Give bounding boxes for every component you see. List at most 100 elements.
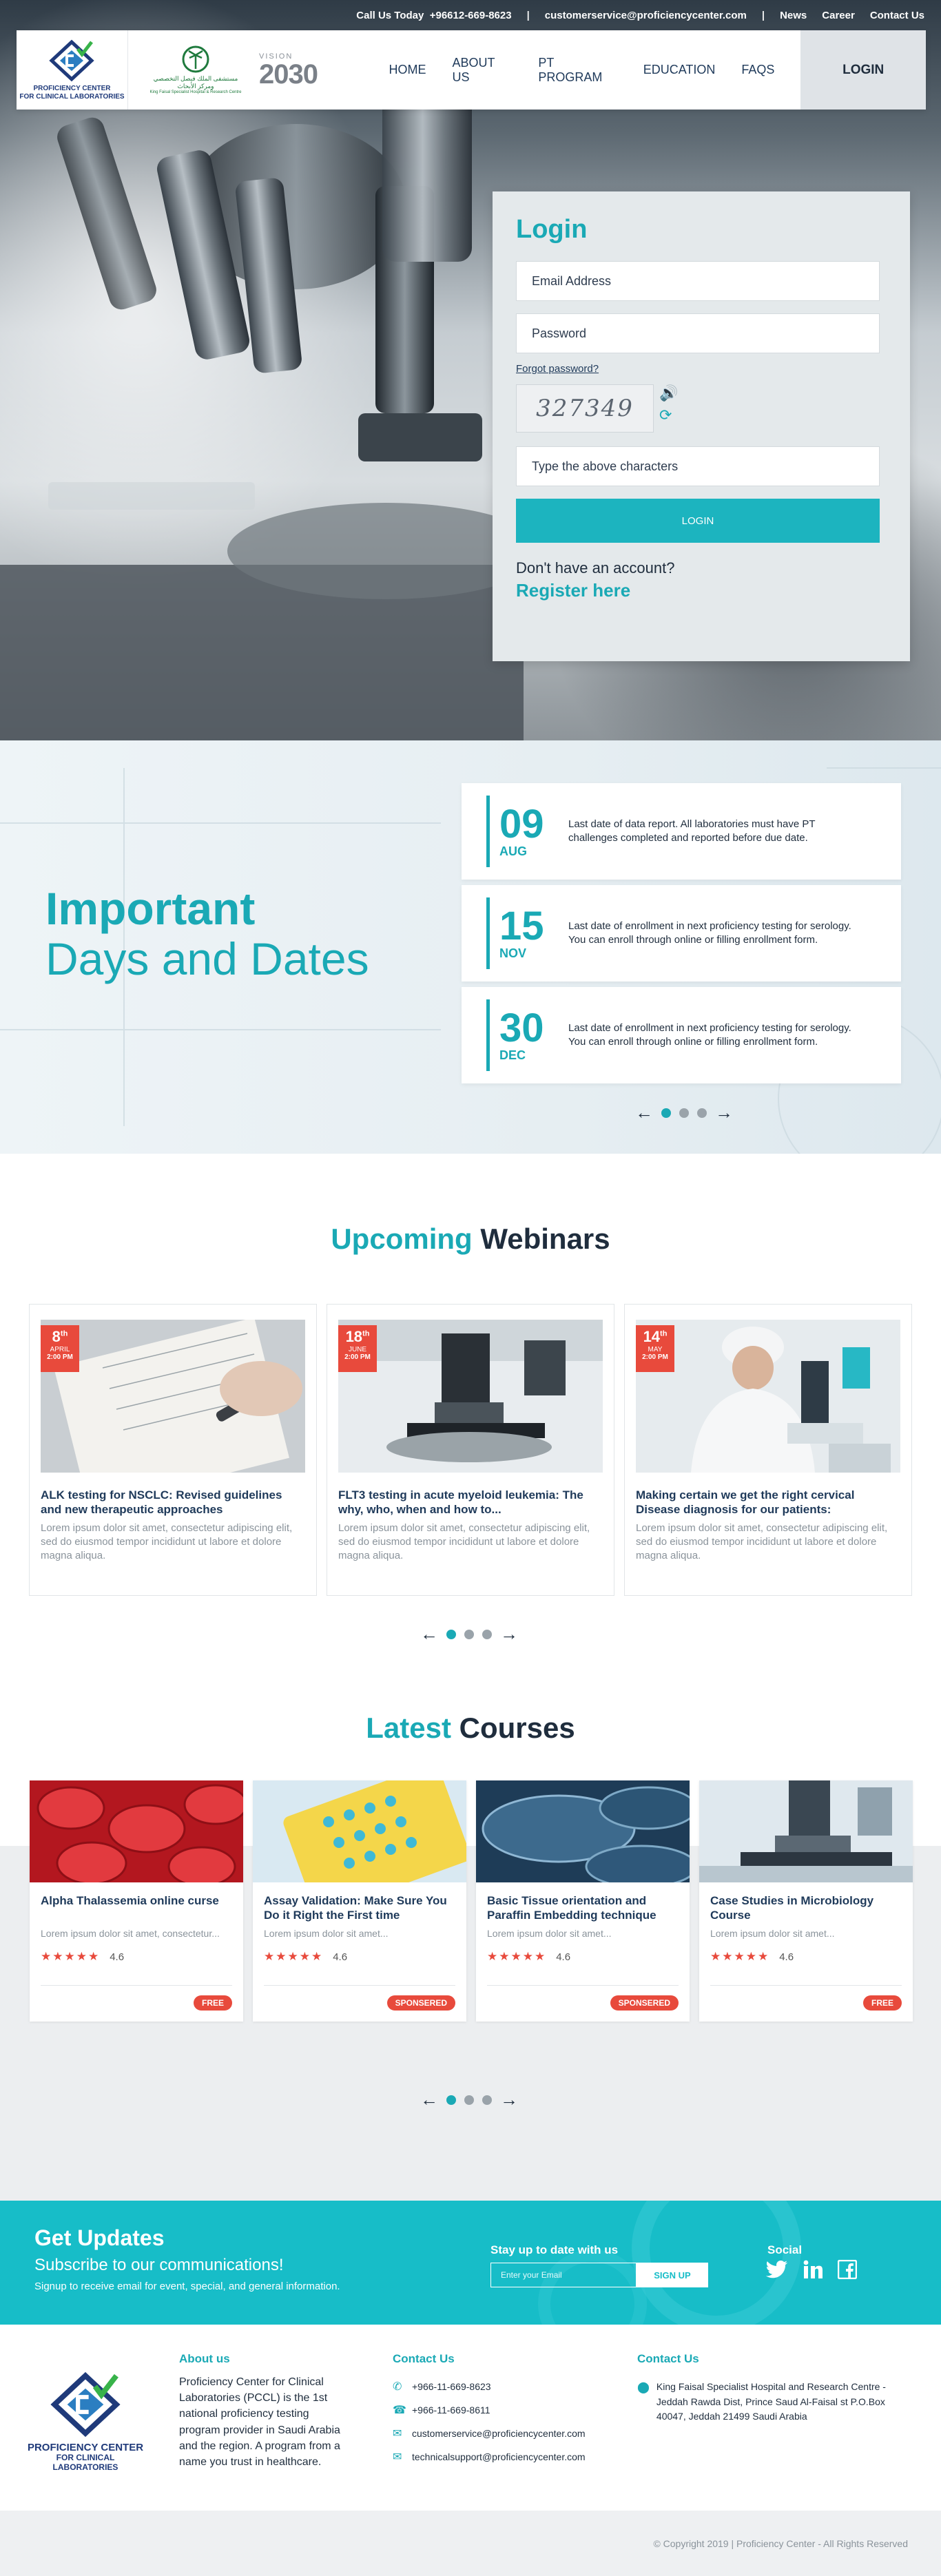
course-title[interactable]: Basic Tissue orientation and Paraffin Em…: [487, 1893, 679, 1924]
arrow-right-icon[interactable]: →: [500, 1623, 518, 1645]
nav-login-button[interactable]: LOGIN: [800, 30, 926, 110]
nav-home[interactable]: HOME: [389, 63, 426, 77]
captcha-input[interactable]: Type the above characters: [516, 446, 880, 486]
topbar-link-news[interactable]: News: [780, 10, 807, 21]
webinar-date-badge: 14th MAY 2:00 PM: [636, 1325, 674, 1372]
fax-icon: ☎: [393, 2404, 406, 2416]
arrow-left-icon[interactable]: ←: [635, 1102, 653, 1123]
webinar-card[interactable]: 18th JUNE 2:00 PM FLT3 testing in acute …: [327, 1304, 614, 1596]
date-day: 15: [499, 903, 544, 948]
pager-dot[interactable]: [697, 1108, 707, 1118]
topbar-email[interactable]: customerservice@proficiencycenter.com: [545, 10, 747, 21]
updates-description: Signup to receive email for event, speci…: [34, 2281, 340, 2292]
course-title[interactable]: Assay Validation: Make Sure You Do it Ri…: [264, 1893, 455, 1924]
email-2[interactable]: technicalsupport@proficiencycenter.com: [412, 2451, 586, 2462]
call-label: Call Us Today +96612-669-8623: [356, 9, 512, 21]
webinar-title[interactable]: ALK testing for NSCLC: Revised guideline…: [41, 1488, 305, 1517]
webinar-desc: Lorem ipsum dolor sit amet, consectetur …: [338, 1521, 590, 1562]
register-link[interactable]: Register here: [516, 580, 887, 601]
pager-dot[interactable]: [464, 2095, 474, 2105]
topbar-separator: |: [526, 9, 530, 21]
webinar-image: 8th APRIL 2:00 PM: [41, 1320, 305, 1473]
email-field[interactable]: Email Address: [516, 261, 880, 301]
star-rating-icon: ★★★★★: [41, 1950, 101, 1963]
social-label: Social: [767, 2243, 803, 2256]
nav-about-us[interactable]: ABOUT US: [453, 56, 513, 85]
date-day: 30: [499, 1005, 544, 1050]
arrow-right-icon[interactable]: →: [715, 1102, 733, 1123]
course-tag: FREE: [862, 1995, 902, 2011]
date-month: NOV: [499, 946, 527, 960]
courses-section: Latest Courses Alpha Thalassemia online …: [0, 1677, 941, 2201]
course-card[interactable]: Assay Validation: Make Sure You Do it Ri…: [253, 1780, 466, 2022]
password-field[interactable]: Password: [516, 313, 880, 353]
email-1[interactable]: customerservice@proficiencycenter.com: [412, 2428, 586, 2439]
topbar-link-career[interactable]: Career: [822, 10, 855, 21]
newsletter-email-input[interactable]: Enter your Email: [490, 2263, 637, 2287]
footer-contact: Contact Us ✆ +966-11-669-8623 ☎ +966-11-66…: [393, 2352, 586, 2473]
topbar-link-contact[interactable]: Contact Us: [870, 10, 924, 21]
course-image: [476, 1780, 690, 1882]
webinars-section: Upcoming Webinars 8th APRIL 2:00 PM ALK …: [0, 1154, 941, 1677]
pager-dot[interactable]: [482, 1629, 492, 1639]
twitter-icon[interactable]: [766, 2260, 788, 2279]
topbar-separator: |: [761, 9, 765, 21]
course-title[interactable]: Alpha Thalassemia online curse: [41, 1893, 232, 1924]
rating-value: 4.6: [333, 1951, 348, 1963]
arrow-left-icon[interactable]: ←: [420, 2089, 438, 2110]
webinar-card[interactable]: 8th APRIL 2:00 PM ALK testing for NSCLC:…: [29, 1304, 317, 1596]
pager-dot[interactable]: [464, 1629, 474, 1639]
course-desc: Lorem ipsum dolor sit amet, consectetur.…: [41, 1928, 220, 1939]
date-card: 15 NOV Last date of enrollment in next p…: [462, 885, 901, 981]
pager-dot[interactable]: [446, 2095, 456, 2105]
course-image: [253, 1780, 466, 1882]
nav-links: HOME ABOUT US PT PROGRAM EDUCATION FAQS: [389, 56, 801, 85]
pager-dot[interactable]: [482, 2095, 492, 2105]
social-icons: [766, 2260, 857, 2279]
course-card[interactable]: Basic Tissue orientation and Paraffin Em…: [476, 1780, 690, 2022]
footer-logo[interactable]: PROFICIENCY CENTER FOR CLINICAL LABORATO…: [23, 2371, 147, 2473]
pager-dot[interactable]: [661, 1108, 671, 1118]
course-title[interactable]: Case Studies in Microbiology Course: [710, 1893, 902, 1924]
login-submit-button[interactable]: LOGIN: [516, 499, 880, 543]
vision-2030-logo: VISION 2030: [258, 52, 318, 90]
webinar-date-badge: 18th JUNE 2:00 PM: [338, 1325, 377, 1372]
pager-dot[interactable]: [446, 1629, 456, 1639]
nav-education[interactable]: EDUCATION: [643, 63, 716, 77]
pager-dot[interactable]: [679, 1108, 689, 1118]
course-rating: ★★★★★ 4.6: [264, 1950, 455, 1964]
main-navbar: PROFICIENCY CENTER FOR CLINICAL LABORATO…: [17, 30, 926, 110]
webinar-title[interactable]: Making certain we get the right cervical…: [636, 1488, 900, 1517]
facebook-icon[interactable]: [838, 2260, 857, 2279]
site-logo[interactable]: PROFICIENCY CENTER FOR CLINICAL LABORATO…: [17, 30, 128, 110]
course-card[interactable]: Case Studies in Microbiology Course Lore…: [699, 1780, 913, 2022]
rating-value: 4.6: [556, 1951, 571, 1963]
audio-captcha-icon[interactable]: 🔊: [659, 384, 678, 402]
arrow-left-icon[interactable]: ←: [420, 1623, 438, 1645]
important-dates-section: Important Days and Dates 09 AUG Last dat…: [0, 740, 941, 1154]
webinar-date-badge: 8th APRIL 2:00 PM: [41, 1325, 79, 1372]
topbar: Call Us Today +96612-669-8623 | customer…: [0, 0, 941, 30]
logo-text: PROFICIENCY CENTER FOR CLINICAL LABORATO…: [19, 85, 125, 101]
courses-title: Latest Courses: [366, 1712, 575, 1744]
nav-pt-program[interactable]: PT PROGRAM: [538, 56, 617, 85]
linkedin-icon[interactable]: [803, 2260, 823, 2279]
nav-faqs[interactable]: FAQS: [741, 63, 774, 77]
date-month: DEC: [499, 1048, 526, 1062]
webinar-title[interactable]: FLT3 testing in acute myeloid leukemia: …: [338, 1488, 603, 1517]
arrow-right-icon[interactable]: →: [500, 2089, 518, 2110]
phone-2[interactable]: +966-11-669-8611: [412, 2404, 490, 2416]
forgot-password-link[interactable]: Forgot password?: [516, 363, 887, 375]
signup-button[interactable]: SIGN UP: [637, 2263, 708, 2287]
phone-1[interactable]: +966-11-669-8623: [412, 2381, 491, 2392]
palm-emblem-icon: [182, 45, 209, 73]
captcha-image: 327349: [516, 384, 654, 433]
topbar-phone[interactable]: +96612-669-8623: [430, 10, 512, 21]
course-image: [30, 1780, 243, 1882]
about-title: About us: [179, 2352, 230, 2365]
contact-title: Contact Us: [637, 2352, 699, 2365]
refresh-captcha-icon[interactable]: ⟳: [659, 406, 678, 424]
webinar-card[interactable]: 14th MAY 2:00 PM Making certain we get t…: [624, 1304, 912, 1596]
footer-about: About us Proficiency Center for Clinical…: [179, 2352, 344, 2470]
course-card[interactable]: Alpha Thalassemia online curse Lorem ips…: [30, 1780, 243, 2022]
